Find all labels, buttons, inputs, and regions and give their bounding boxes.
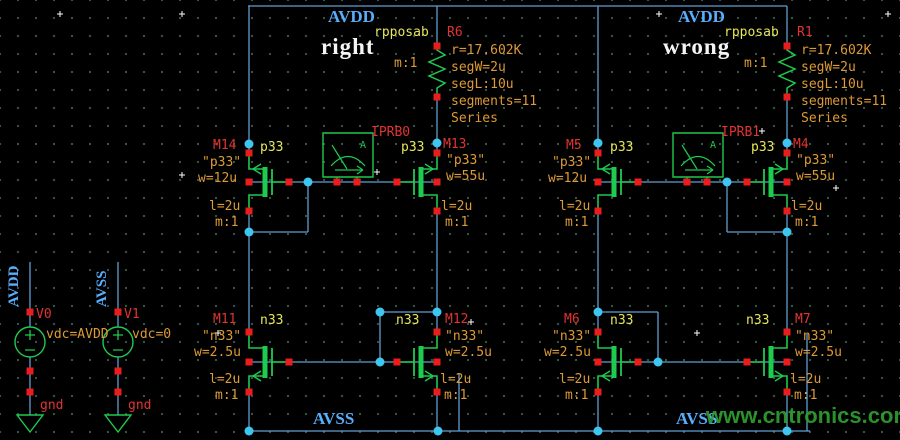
label-circuits-0-resistor-seg_l[interactable]: segL:10u [451, 78, 514, 92]
label-circuits-1-nmos_right-type[interactable]: n33 [746, 314, 769, 328]
label-circuits-1-pmos_diode-w[interactable]: w=12u [548, 172, 587, 186]
label-circuits-0-resistor-mult[interactable]: m:1 [394, 57, 417, 71]
ground-symbol [17, 415, 43, 432]
label-circuits-1-resistor-model[interactable]: rpposab [724, 26, 779, 40]
label-circuits-1-nmos_left-l[interactable]: l=2u [559, 373, 590, 387]
label-circuits-0-nmos_right-w[interactable]: w=2.5u [445, 346, 492, 360]
label-circuits-1-pmos_out-w[interactable]: w=55u [796, 170, 835, 184]
label-circuits-0-resistor-seg_w[interactable]: segW=2u [451, 61, 506, 75]
label-circuits-1-resistor-seg_w[interactable]: segW=2u [801, 61, 856, 75]
label-circuits-1-resistor-segments[interactable]: segments=11 [801, 95, 887, 109]
ammeter-unit-label: A [710, 140, 716, 151]
label-circuits-1-pmos_diode-model[interactable]: "p33" [552, 156, 591, 170]
label-circuits-1-nmos_left-w[interactable]: w=2.5u [544, 346, 591, 360]
label-circuits-1-nmos_left-type[interactable]: n33 [610, 314, 633, 328]
voltage-source-V0[interactable] [15, 327, 45, 357]
label-circuits-1-resistor-mult[interactable]: m:1 [744, 57, 767, 71]
label-circuits-0-vss[interactable]: AVSS [313, 409, 354, 429]
label-power_sources-1-gnd_label[interactable]: gnd [128, 399, 151, 413]
label-circuits-0-nmos_left-l[interactable]: l=2u [209, 373, 240, 387]
label-circuits-0-pmos_out-l[interactable]: l=2u [441, 200, 472, 214]
ammeter-unit-label: A [360, 140, 366, 151]
label-circuits-1-pmos_out-mult[interactable]: m:1 [795, 216, 818, 230]
label-power_sources-1-net[interactable]: AVSS [94, 271, 111, 307]
label-circuits-1-nmos_right-l[interactable]: l=2u [790, 373, 821, 387]
label-circuits-1-nmos_right-mult[interactable]: m:1 [794, 389, 817, 403]
label-circuits-0-pmos_diode-type[interactable]: p33 [260, 141, 283, 155]
label-circuits-1-tag[interactable]: wrong [663, 34, 730, 60]
label-circuits-0-nmos_left-name[interactable]: M11 [213, 313, 236, 327]
label-circuits-1-pmos_diode-l[interactable]: l=2u [559, 200, 590, 214]
label-circuits-1-nmos_right-w[interactable]: w=2.5u [795, 346, 842, 360]
label-circuits-0-probe-name[interactable]: IPRB0 [371, 126, 410, 140]
label-circuits-1-pmos_diode-type[interactable]: p33 [610, 141, 633, 155]
label-power_sources-0-gnd_label[interactable]: gnd [40, 399, 63, 413]
watermark: www.cntronics.com [706, 403, 900, 429]
label-circuits-0-nmos_right-type[interactable]: n33 [396, 314, 419, 328]
label-power_sources-0-name[interactable]: V0 [36, 308, 52, 322]
label-circuits-0-pmos_diode-model[interactable]: "p33" [202, 156, 241, 170]
schematic-canvas[interactable]: A A AVDD V0 vdc=AVDD gnd AVSS V1 vdc=0 gnd AVDD ri… [0, 0, 900, 440]
label-circuits-0-nmos_right-mult[interactable]: m:1 [444, 389, 467, 403]
label-circuits-0-nmos_left-w[interactable]: w=2.5u [194, 346, 241, 360]
label-circuits-0-nmos_right-l[interactable]: l=2u [440, 373, 471, 387]
label-circuits-0-pmos_diode-name[interactable]: M14 [213, 139, 236, 153]
label-circuits-0-resistor-model[interactable]: rpposab [374, 26, 429, 40]
label-circuits-1-nmos_right-model[interactable]: "n33" [795, 330, 834, 344]
label-circuits-0-pmos_out-w[interactable]: w=55u [446, 170, 485, 184]
label-circuits-1-resistor-r[interactable]: r=17.602K [801, 44, 871, 58]
label-power_sources-0-net[interactable]: AVDD [6, 266, 23, 307]
label-circuits-1-pmos_out-name[interactable]: M4 [793, 138, 809, 152]
pins [27, 43, 791, 396]
label-circuits-1-resistor-name[interactable]: R1 [797, 26, 813, 40]
current-probe-IPRB1[interactable]: A [673, 133, 723, 182]
resistor-R6[interactable] [429, 46, 445, 94]
resistor-R1[interactable] [779, 46, 795, 94]
label-circuits-0-pmos_out-type[interactable]: p33 [401, 141, 424, 155]
label-circuits-0-resistor-segments[interactable]: segments=11 [451, 95, 537, 109]
label-circuits-1-nmos_right-name[interactable]: M7 [795, 313, 811, 327]
current-probe-IPRB0[interactable]: A [323, 133, 373, 182]
label-circuits-0-vdd[interactable]: AVDD [328, 7, 375, 27]
label-power_sources-0-param[interactable]: vdc=AVDD [46, 328, 109, 342]
label-circuits-1-resistor-seg_l[interactable]: segL:10u [801, 78, 864, 92]
label-circuits-0-pmos_diode-mult[interactable]: m:1 [215, 216, 238, 230]
label-circuits-0-tag[interactable]: right [321, 34, 375, 60]
label-circuits-1-pmos_diode-mult[interactable]: m:1 [565, 216, 588, 230]
label-circuits-1-nmos_left-model[interactable]: "n33" [552, 330, 591, 344]
label-circuits-0-nmos_right-model[interactable]: "n33" [445, 330, 484, 344]
label-circuits-0-resistor-name[interactable]: R6 [447, 26, 463, 40]
label-circuits-0-pmos_out-mult[interactable]: m:1 [445, 216, 468, 230]
label-circuits-1-vdd[interactable]: AVDD [678, 7, 725, 27]
label-circuits-1-pmos_out-l[interactable]: l=2u [791, 200, 822, 214]
label-circuits-0-nmos_left-model[interactable]: "n33" [202, 330, 241, 344]
label-circuits-0-resistor-r[interactable]: r=17.602K [451, 44, 521, 58]
label-power_sources-1-name[interactable]: V1 [124, 308, 140, 322]
ground-symbol [105, 415, 131, 432]
label-circuits-0-nmos_right-name[interactable]: M12 [445, 313, 468, 327]
label-circuits-1-nmos_left-name[interactable]: M6 [564, 313, 580, 327]
label-circuits-1-pmos_out-model[interactable]: "p33" [796, 154, 835, 168]
label-circuits-0-pmos_out-name[interactable]: M13 [443, 138, 466, 152]
label-circuits-0-resistor-series[interactable]: Series [451, 112, 498, 126]
label-circuits-0-nmos_left-mult[interactable]: m:1 [215, 389, 238, 403]
label-circuits-0-pmos_diode-l[interactable]: l=2u [209, 200, 240, 214]
label-power_sources-1-param[interactable]: vdc=0 [132, 328, 171, 342]
label-circuits-0-pmos_diode-w[interactable]: w=12u [198, 172, 237, 186]
label-circuits-0-nmos_left-type[interactable]: n33 [260, 314, 283, 328]
label-circuits-1-pmos_diode-name[interactable]: M5 [566, 139, 582, 153]
label-circuits-1-probe-name[interactable]: IPRB1 [721, 126, 760, 140]
label-circuits-1-pmos_out-type[interactable]: p33 [751, 141, 774, 155]
label-circuits-1-nmos_left-mult[interactable]: m:1 [565, 389, 588, 403]
label-circuits-0-pmos_out-model[interactable]: "p33" [446, 154, 485, 168]
label-circuits-1-resistor-series[interactable]: Series [801, 112, 848, 126]
